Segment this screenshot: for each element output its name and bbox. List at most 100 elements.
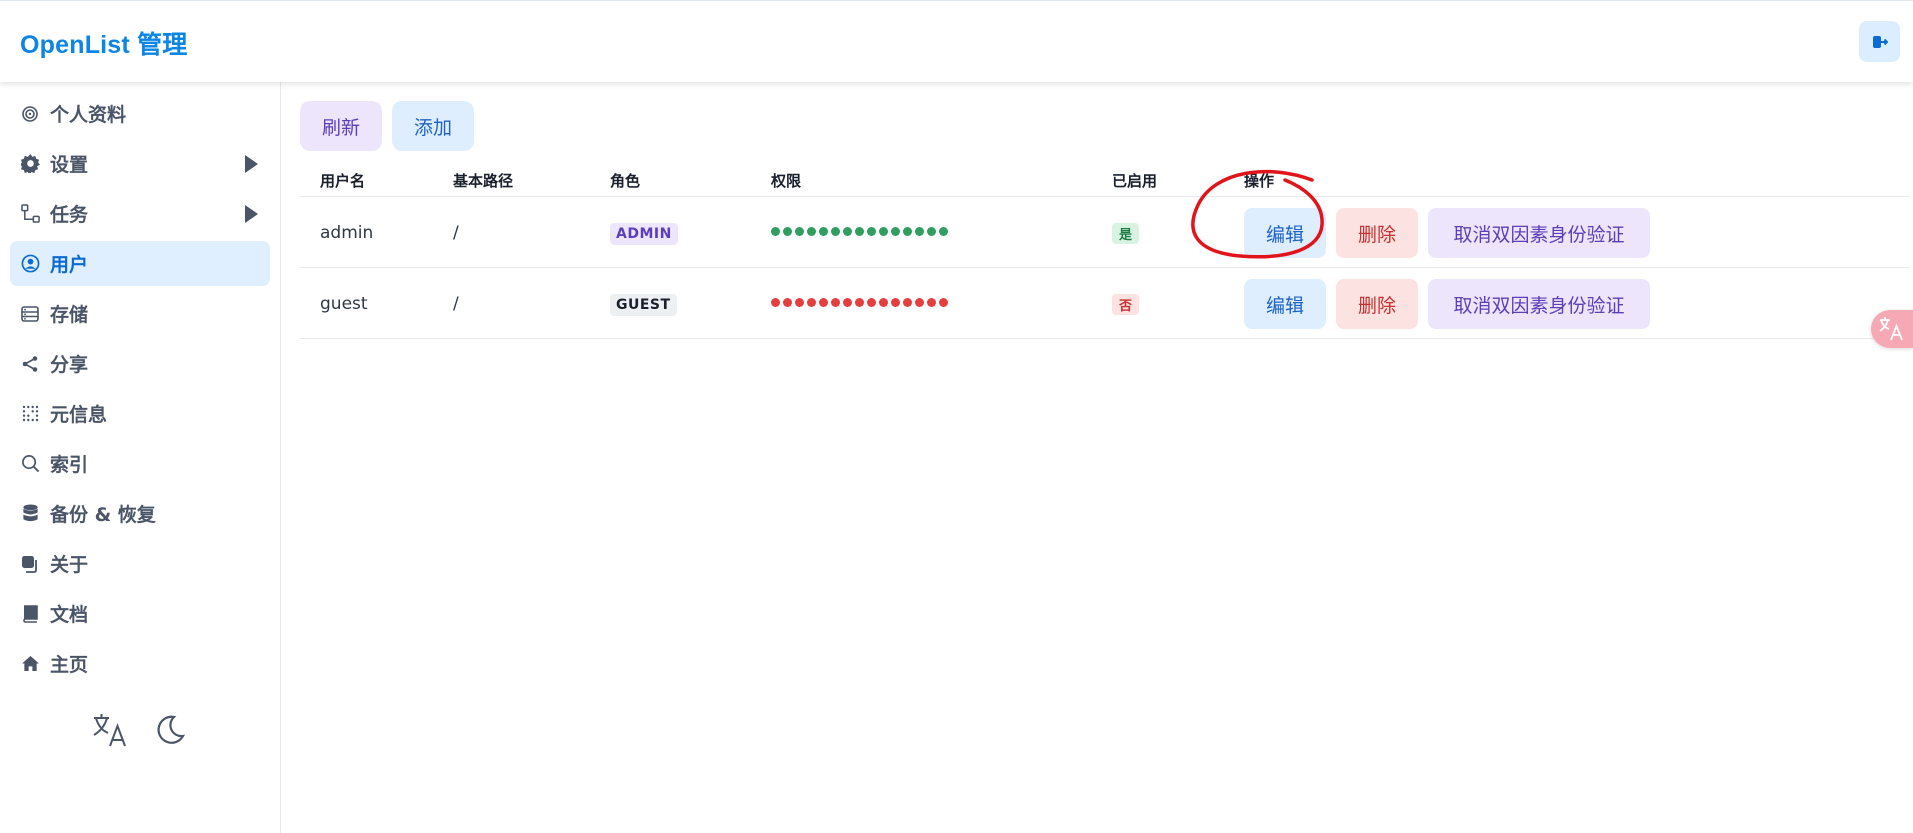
- permission-dot[interactable]: [831, 227, 840, 236]
- sidebar-item-settings[interactable]: 设置: [10, 141, 270, 186]
- permission-dot[interactable]: [771, 298, 780, 307]
- permission-dot[interactable]: [915, 227, 924, 236]
- permission-dot[interactable]: [867, 227, 876, 236]
- search-icon: [20, 454, 40, 474]
- permission-dot[interactable]: [771, 227, 780, 236]
- permission-dot[interactable]: [915, 298, 924, 307]
- sidebar-item-label: 关于: [50, 554, 89, 576]
- workflow-icon: [20, 204, 40, 224]
- expand-arrow-icon[interactable]: [245, 205, 258, 223]
- permission-dot[interactable]: [831, 298, 840, 307]
- delete-button[interactable]: 删除: [1336, 279, 1418, 329]
- permission-dot[interactable]: [867, 298, 876, 307]
- sidebar-item-index[interactable]: 索引: [10, 441, 270, 486]
- sidebar-item-label: 存储: [50, 304, 89, 326]
- sidebar: 个人资料 设置 任务 用户 存储 分享 元信息 索引 备份 & 恢复 关于 文档…: [0, 82, 281, 833]
- permission-dot[interactable]: [795, 227, 804, 236]
- permission-dots: [771, 227, 948, 237]
- cell-username: admin: [320, 223, 374, 243]
- column-header-base-path: 基本路径: [453, 172, 514, 190]
- permission-dot[interactable]: [819, 298, 828, 307]
- storage-icon: [20, 304, 40, 324]
- cell-username: guest: [320, 294, 368, 314]
- sidebar-item-share[interactable]: 分享: [10, 341, 270, 386]
- permission-dot[interactable]: [903, 298, 912, 307]
- enabled-badge: 是: [1112, 223, 1139, 244]
- table-divider: [300, 338, 1910, 339]
- main-content: 刷新 添加 用户名 基本路径 角色 权限 已启用 操作 admin / ADMI…: [282, 82, 1913, 833]
- permission-dot[interactable]: [927, 227, 936, 236]
- permission-dot[interactable]: [819, 227, 828, 236]
- permission-dot[interactable]: [807, 298, 816, 307]
- book-icon: [20, 604, 40, 624]
- sidebar-item-label: 设置: [50, 154, 89, 176]
- permission-dot[interactable]: [939, 298, 948, 307]
- column-header-username: 用户名: [320, 172, 366, 190]
- fingerprint-icon: [20, 104, 40, 124]
- role-badge: ADMIN: [610, 223, 678, 245]
- sidebar-item-home[interactable]: 主页: [10, 641, 270, 686]
- dark-mode-icon[interactable]: [150, 710, 190, 750]
- column-header-permissions: 权限: [771, 172, 802, 190]
- sidebar-item-tasks[interactable]: 任务: [10, 191, 270, 236]
- permission-dot[interactable]: [807, 227, 816, 236]
- sidebar-item-label: 用户: [50, 254, 89, 276]
- floating-translate-button[interactable]: [1871, 310, 1913, 348]
- table-divider: [300, 196, 1910, 197]
- permission-dot[interactable]: [879, 227, 888, 236]
- sidebar-item-meta[interactable]: 元信息: [10, 391, 270, 436]
- permission-dot[interactable]: [855, 298, 864, 307]
- cell-base-path: /: [453, 223, 459, 243]
- app-title: OpenList 管理: [20, 31, 188, 59]
- sidebar-item-label: 任务: [50, 204, 89, 226]
- refresh-button[interactable]: 刷新: [300, 101, 382, 151]
- sidebar-item-storage[interactable]: 存储: [10, 291, 270, 336]
- edit-button[interactable]: 编辑: [1244, 208, 1326, 258]
- permission-dot[interactable]: [855, 227, 864, 236]
- sidebar-item-about[interactable]: 关于: [10, 541, 270, 586]
- permission-dot[interactable]: [783, 298, 792, 307]
- database-icon: [20, 504, 40, 524]
- permission-dot[interactable]: [927, 298, 936, 307]
- cell-base-path: /: [453, 294, 459, 314]
- permission-dot[interactable]: [843, 298, 852, 307]
- permission-dot[interactable]: [939, 227, 948, 236]
- permission-dot[interactable]: [879, 298, 888, 307]
- user-circle-icon: [20, 254, 40, 274]
- permission-dot[interactable]: [903, 227, 912, 236]
- table-divider: [300, 267, 1910, 268]
- enabled-badge: 否: [1112, 294, 1139, 315]
- edit-button[interactable]: 编辑: [1244, 279, 1326, 329]
- sidebar-item-users[interactable]: 用户: [10, 241, 270, 286]
- sidebar-item-backup[interactable]: 备份 & 恢复: [10, 491, 270, 536]
- copy-icon: [20, 554, 40, 574]
- expand-arrow-icon[interactable]: [245, 155, 258, 173]
- column-header-role: 角色: [610, 172, 641, 190]
- translate-icon: [1879, 317, 1903, 341]
- share-icon: [20, 354, 40, 374]
- sidebar-item-label: 分享: [50, 354, 89, 376]
- column-header-enabled: 已启用: [1112, 172, 1158, 190]
- sidebar-item-profile[interactable]: 个人资料: [10, 91, 270, 136]
- delete-button[interactable]: 删除: [1336, 208, 1418, 258]
- permission-dots: [771, 298, 948, 308]
- sidebar-item-label: 个人资料: [50, 104, 127, 126]
- permission-dot[interactable]: [843, 227, 852, 236]
- permission-dot[interactable]: [891, 227, 900, 236]
- logout-button[interactable]: [1859, 21, 1900, 62]
- disable-2fa-button[interactable]: 取消双因素身份验证: [1428, 279, 1650, 329]
- gear-icon: [20, 154, 40, 174]
- sidebar-item-docs[interactable]: 文档: [10, 591, 270, 636]
- column-header-actions: 操作: [1244, 172, 1275, 190]
- dots-grid-icon: [20, 404, 40, 424]
- permission-dot[interactable]: [783, 227, 792, 236]
- permission-dot[interactable]: [795, 298, 804, 307]
- top-header: OpenList 管理: [0, 0, 1913, 82]
- permission-dot[interactable]: [891, 298, 900, 307]
- language-icon[interactable]: [90, 710, 130, 750]
- add-user-button[interactable]: 添加: [392, 101, 474, 151]
- sidebar-item-label: 文档: [50, 604, 89, 626]
- sidebar-item-label: 主页: [50, 654, 89, 676]
- disable-2fa-button[interactable]: 取消双因素身份验证: [1428, 208, 1650, 258]
- sidebar-item-label: 备份 & 恢复: [50, 504, 156, 526]
